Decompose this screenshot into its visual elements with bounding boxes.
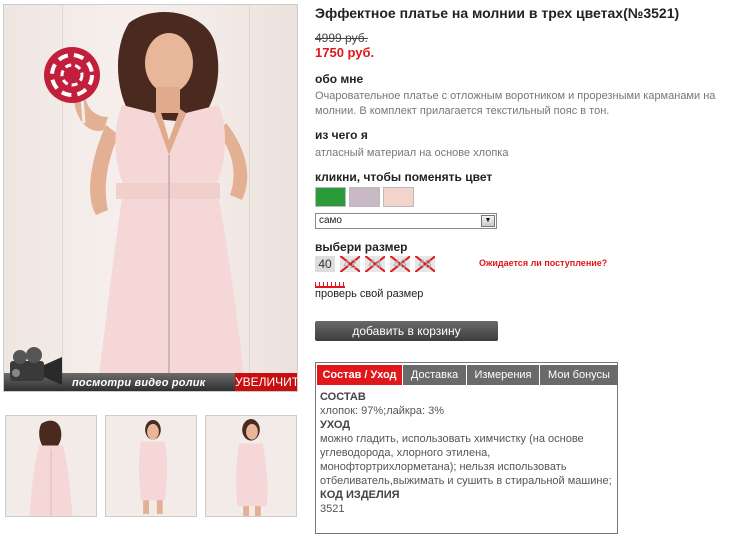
sale-price: 1750 руб. — [315, 45, 375, 60]
main-product-photo[interactable]: посмотри видео ролик УВЕЛИЧИТЬ — [3, 4, 298, 392]
model-illustration — [44, 12, 248, 391]
tab-panel: СОСТАВ хлопок: 97%;лайкра: 3% УХОД можно… — [320, 390, 612, 516]
size-heading: выбери размер — [315, 240, 408, 254]
material-heading: из чего я — [315, 128, 368, 142]
video-camera-icon[interactable] — [6, 345, 66, 389]
zoom-button[interactable]: УВЕЛИЧИТЬ — [235, 373, 297, 391]
color-heading: кликни, чтобы поменять цвет — [315, 170, 493, 184]
chevron-down-icon[interactable]: ▼ — [481, 215, 495, 227]
tab-bonuses[interactable]: Мои бонусы — [540, 365, 618, 385]
composition-text: хлопок: 97%;лайкра: 3% — [320, 405, 444, 417]
about-text: Очаровательное платье с отложным воротни… — [315, 90, 716, 117]
about-heading: обо мне — [315, 72, 364, 86]
restock-inquiry-link[interactable]: Ожидается ли поступление? — [479, 258, 607, 268]
composition-heading: СОСТАВ — [320, 391, 366, 403]
color-select-value: само — [319, 215, 342, 226]
care-text: можно гладить, использовать химчистку (н… — [320, 433, 612, 487]
size-option-40[interactable]: 40 — [315, 256, 335, 272]
material-text: атласный материал на основе хлопка — [315, 147, 509, 159]
color-swatch-pink[interactable] — [383, 187, 414, 207]
care-heading: УХОД — [320, 419, 351, 431]
tab-measurements[interactable]: Измерения — [467, 365, 539, 385]
thumbnail-front-view[interactable] — [105, 415, 197, 517]
size-option-48[interactable]: 48 — [415, 256, 435, 272]
product-code: 3521 — [320, 503, 345, 515]
product-title: Эффектное платье на молнии в трех цветах… — [315, 5, 680, 21]
product-info-tabs: Состав / Уход Доставка Измерения Мои бон… — [315, 362, 618, 534]
size-option-46[interactable]: 46 — [390, 256, 410, 272]
tab-bar: Состав / Уход Доставка Измерения Мои бон… — [317, 365, 619, 385]
thumbnail-side-view[interactable] — [205, 415, 297, 517]
old-price: 4999 руб. — [315, 31, 368, 45]
tab-composition-care[interactable]: Состав / Уход — [317, 365, 402, 385]
color-select[interactable]: само ▼ — [315, 213, 497, 229]
tab-delivery[interactable]: Доставка — [403, 365, 466, 385]
thumbnail-back-view[interactable] — [5, 415, 97, 517]
check-size-link[interactable]: проверь свой размер — [315, 288, 423, 300]
code-heading: КОД ИЗДЕЛИЯ — [320, 489, 400, 501]
color-swatch-green[interactable] — [315, 187, 346, 207]
size-option-42[interactable]: 42 — [340, 256, 360, 272]
add-to-cart-button[interactable]: добавить в корзину — [315, 321, 498, 341]
color-swatch-lilac[interactable] — [349, 187, 380, 207]
watch-video-link[interactable]: посмотри видео ролик — [72, 377, 205, 389]
size-option-44[interactable]: 44 — [365, 256, 385, 272]
